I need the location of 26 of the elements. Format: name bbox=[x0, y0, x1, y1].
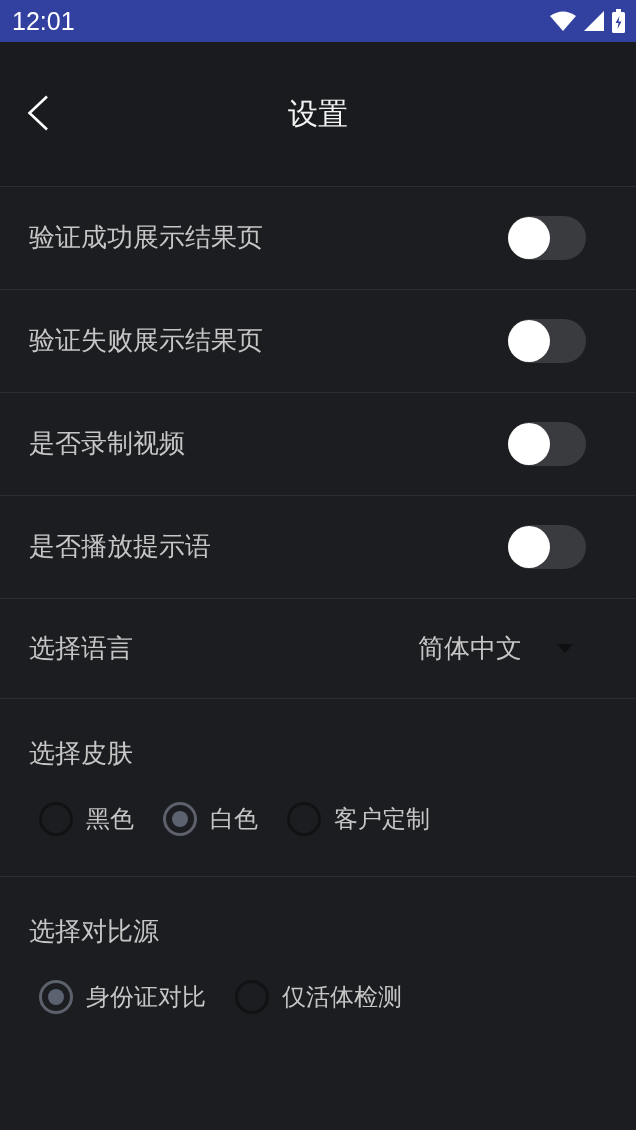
setting-label: 是否录制视频 bbox=[29, 428, 185, 460]
radio-button[interactable] bbox=[39, 980, 73, 1015]
status-time: 12:01 bbox=[12, 8, 75, 34]
toggle-switch[interactable] bbox=[508, 319, 586, 363]
language-dropdown[interactable]: 简体中文 bbox=[418, 632, 586, 665]
setting-label: 是否播放提示语 bbox=[29, 531, 211, 563]
radio-button[interactable] bbox=[163, 802, 197, 837]
option-label: 白色 bbox=[210, 804, 258, 834]
section-title: 选择皮肤 bbox=[29, 738, 134, 770]
setting-label: 选择语言 bbox=[29, 632, 133, 665]
page-title: 设置 bbox=[288, 96, 348, 132]
setting-label: 验证失败展示结果页 bbox=[29, 325, 263, 357]
toggle-switch[interactable] bbox=[508, 422, 586, 466]
option-label: 客户定制 bbox=[334, 804, 430, 834]
signal-icon bbox=[584, 11, 604, 31]
section-title: 选择对比源 bbox=[29, 916, 160, 948]
back-icon bbox=[27, 95, 49, 131]
toggle-switch[interactable] bbox=[508, 216, 586, 260]
toggle-switch[interactable] bbox=[508, 525, 586, 569]
option-label: 仅活体检测 bbox=[282, 982, 402, 1012]
option-label: 身份证对比 bbox=[86, 982, 206, 1012]
back-button[interactable] bbox=[27, 95, 49, 131]
option-label: 黑色 bbox=[86, 804, 134, 834]
battery-icon bbox=[612, 9, 625, 33]
wifi-icon bbox=[550, 11, 576, 31]
setting-label: 验证成功展示结果页 bbox=[29, 222, 263, 254]
